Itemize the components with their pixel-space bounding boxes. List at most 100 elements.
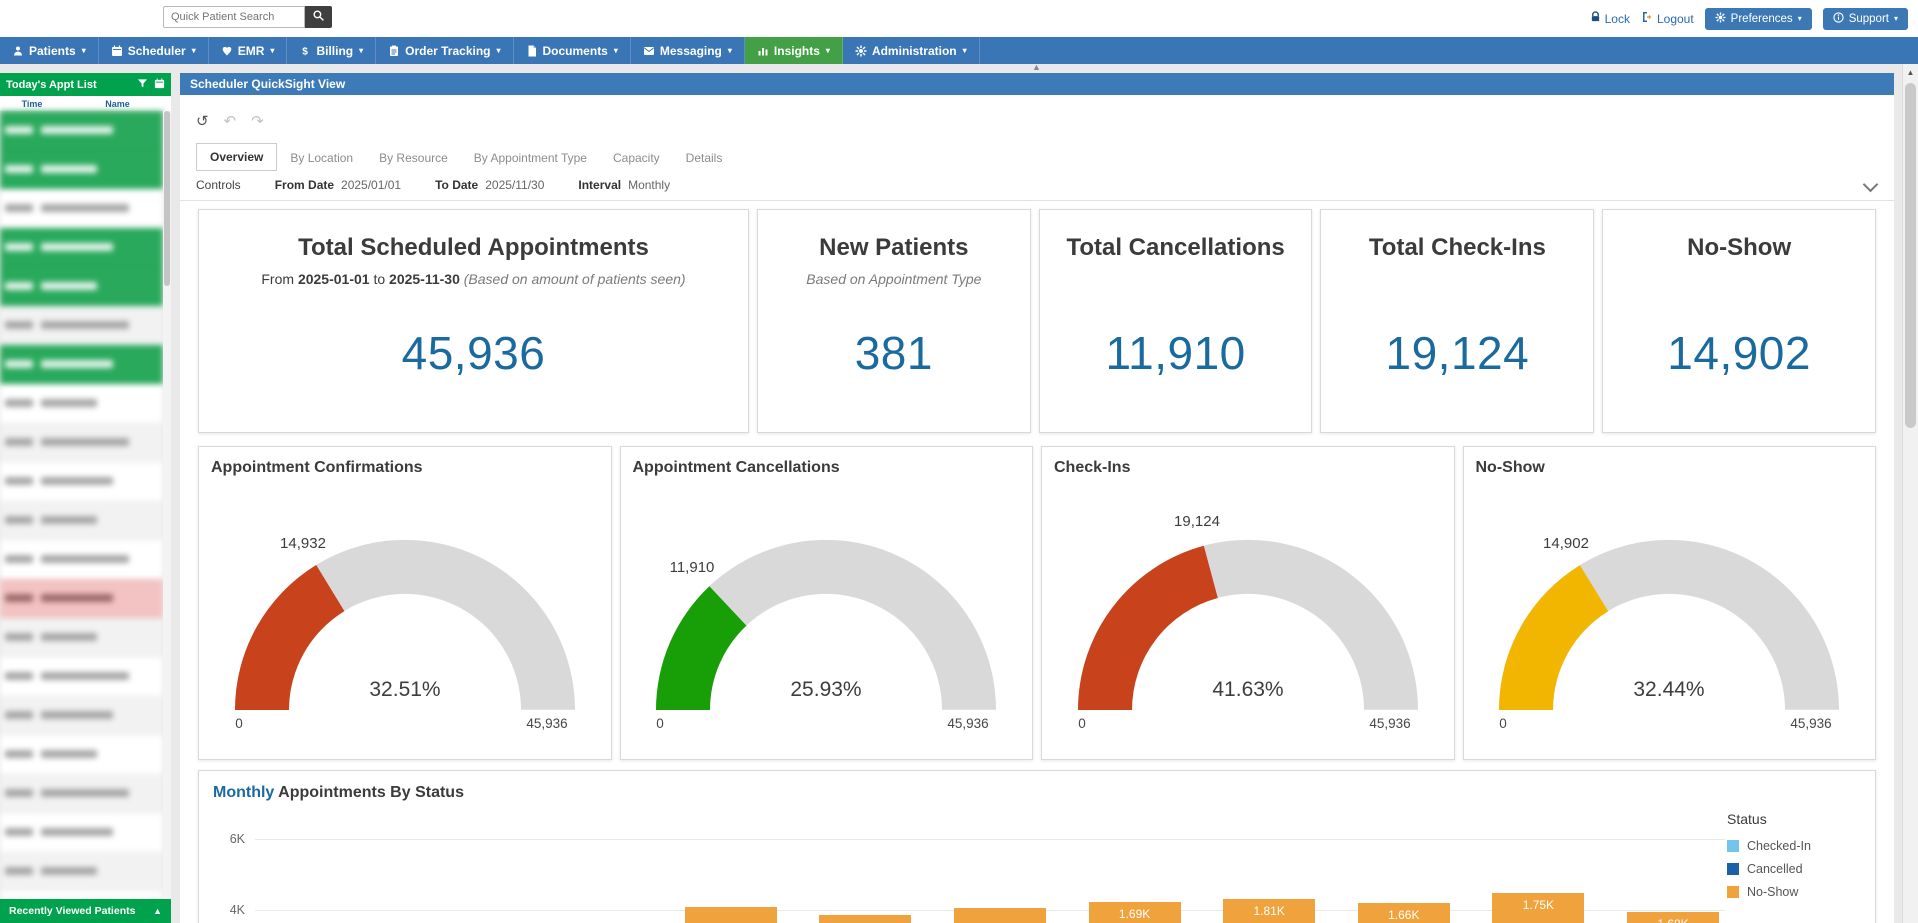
controls-collapse-chevron-icon[interactable]: [1863, 177, 1879, 193]
gauge-chart: 14,93232.51%045,936: [197, 477, 613, 733]
messaging-icon: [643, 45, 655, 57]
gauge-chart: 14,90232.44%045,936: [1461, 477, 1877, 733]
column-name: Name: [64, 99, 171, 109]
page-scrollbar[interactable]: ▲: [1902, 64, 1918, 923]
appointment-row[interactable]: [0, 813, 163, 852]
kpi-title: Total Cancellations: [1066, 234, 1284, 262]
nav-item-administration[interactable]: Administration▾: [843, 37, 980, 64]
appointment-row[interactable]: [0, 462, 163, 501]
legend-item-checked-in[interactable]: Checked-In: [1727, 839, 1847, 853]
legend-item-no-show[interactable]: No-Show: [1727, 885, 1847, 899]
scroll-up-arrow-icon[interactable]: ▲: [1903, 64, 1918, 80]
appointment-row[interactable]: [0, 696, 163, 735]
appointment-row[interactable]: [0, 267, 163, 306]
appointment-row[interactable]: [0, 657, 163, 696]
tab-details[interactable]: Details: [673, 145, 736, 171]
preferences-button[interactable]: Preferences ▾: [1705, 8, 1812, 30]
lock-label: Lock: [1605, 12, 1630, 26]
lock-button[interactable]: Lock: [1590, 11, 1630, 26]
tab-overview[interactable]: Overview: [196, 143, 277, 171]
nav-item-patients[interactable]: Patients▾: [0, 37, 99, 64]
bar-no-show-segment[interactable]: 1.81K: [1223, 899, 1315, 923]
calendar-icon[interactable]: [154, 78, 165, 92]
appointment-row[interactable]: [0, 891, 163, 899]
interval-control[interactable]: Interval Monthly: [578, 178, 670, 192]
nav-item-label: Billing: [316, 44, 353, 58]
undo-icon[interactable]: ↶: [224, 112, 237, 130]
quicksight-panel: Scheduler QuickSight View ↺ ↶ ↷ Overview…: [180, 73, 1894, 923]
kpi-value: 14,902: [1603, 326, 1875, 380]
from-date-control[interactable]: From Date 2025/01/01: [275, 178, 401, 192]
sidebar-scrollbar[interactable]: [163, 111, 171, 899]
appointment-row[interactable]: [0, 774, 163, 813]
appointment-list: [0, 111, 163, 899]
appointment-row[interactable]: [0, 735, 163, 774]
appointment-row[interactable]: [0, 111, 163, 150]
search-button[interactable]: [305, 6, 332, 28]
bar-no-show-segment[interactable]: 1.69K: [1089, 902, 1181, 923]
appointment-row[interactable]: [0, 189, 163, 228]
appointment-row[interactable]: [0, 501, 163, 540]
legend-items: Checked-In Cancelled No-Show: [1727, 839, 1847, 899]
kpi-title: Total Check-Ins: [1369, 234, 1546, 262]
gauge-percent-label: 32.51%: [369, 678, 440, 701]
sidebar-scrollbar-thumb[interactable]: [164, 111, 170, 286]
search-input[interactable]: [163, 6, 305, 28]
bar-no-show-segment[interactable]: 1.68K: [1627, 912, 1719, 923]
chart-legend: Status Checked-InCancelledNo-Show: [1727, 811, 1847, 908]
support-button[interactable]: Support ▾: [1823, 8, 1908, 30]
bar-no-show-segment[interactable]: 1.66K: [1358, 903, 1450, 923]
tab-by-resource[interactable]: By Resource: [366, 145, 461, 171]
controls-label: Controls: [196, 178, 241, 192]
nav-item-documents[interactable]: Documents▾: [514, 37, 631, 64]
appointments-sidebar: Today's Appt List Time Name Recently Vie…: [0, 64, 171, 923]
nav-item-label: EMR: [238, 44, 265, 58]
patient-search: [163, 6, 332, 28]
appointment-row[interactable]: [0, 540, 163, 579]
nav-item-insights[interactable]: Insights▾: [745, 37, 843, 64]
svg-text:$: $: [303, 46, 309, 57]
appointment-row[interactable]: [0, 423, 163, 462]
appointment-row[interactable]: [0, 150, 163, 189]
appointment-row[interactable]: [0, 345, 163, 384]
info-icon: [1833, 12, 1844, 26]
tab-by-location[interactable]: By Location: [277, 145, 366, 171]
nav-item-label: Order Tracking: [405, 44, 490, 58]
appointment-row[interactable]: [0, 384, 163, 423]
appointment-row[interactable]: [0, 579, 163, 618]
tab-capacity[interactable]: Capacity: [600, 145, 673, 171]
bar-no-show-segment[interactable]: [819, 915, 911, 923]
bar-no-show-segment[interactable]: 1.75K: [1492, 893, 1584, 923]
nav-item-emr[interactable]: EMR▾: [209, 37, 288, 64]
kpi-card-total-checkins: Total Check-Ins 19,124: [1320, 209, 1594, 433]
expand-up-icon[interactable]: ▲: [153, 906, 162, 916]
bar-no-show-segment[interactable]: [954, 908, 1046, 923]
support-label: Support: [1849, 13, 1889, 25]
dashboard-toolbar: ↺ ↶ ↷: [196, 111, 1894, 131]
kpi-title: New Patients: [819, 234, 968, 262]
to-date-control[interactable]: To Date 2025/11/30: [435, 178, 544, 192]
appointment-row[interactable]: [0, 306, 163, 345]
legend-swatch: [1727, 863, 1739, 875]
gauge-min-label: 0: [1078, 716, 1086, 731]
nav-item-billing[interactable]: $Billing▾: [287, 37, 376, 64]
kpi-value: 11,910: [1040, 326, 1312, 380]
logout-button[interactable]: Logout: [1641, 11, 1694, 26]
chevron-down-icon: ▾: [963, 46, 967, 55]
appointment-row[interactable]: [0, 852, 163, 891]
tab-by-appointment-type[interactable]: By Appointment Type: [461, 145, 600, 171]
page-scrollbar-thumb[interactable]: [1905, 83, 1916, 428]
legend-item-cancelled[interactable]: Cancelled: [1727, 862, 1847, 876]
reset-icon[interactable]: ↺: [196, 112, 209, 130]
bar-no-show-segment[interactable]: [685, 907, 777, 923]
recently-viewed-bar[interactable]: Recently Viewed Patients ▲: [0, 899, 171, 923]
nav-item-messaging[interactable]: Messaging▾: [631, 37, 745, 64]
appointment-row[interactable]: [0, 228, 163, 267]
redo-icon[interactable]: ↷: [251, 112, 264, 130]
nav-item-scheduler[interactable]: Scheduler▾: [99, 37, 209, 64]
nav-item-order-tracking[interactable]: Order Tracking▾: [376, 37, 513, 64]
chevron-down-icon: ▾: [1894, 14, 1898, 23]
appointment-row[interactable]: [0, 618, 163, 657]
filter-icon[interactable]: [137, 78, 148, 92]
gauge-max-label: 45,936: [1791, 716, 1832, 731]
